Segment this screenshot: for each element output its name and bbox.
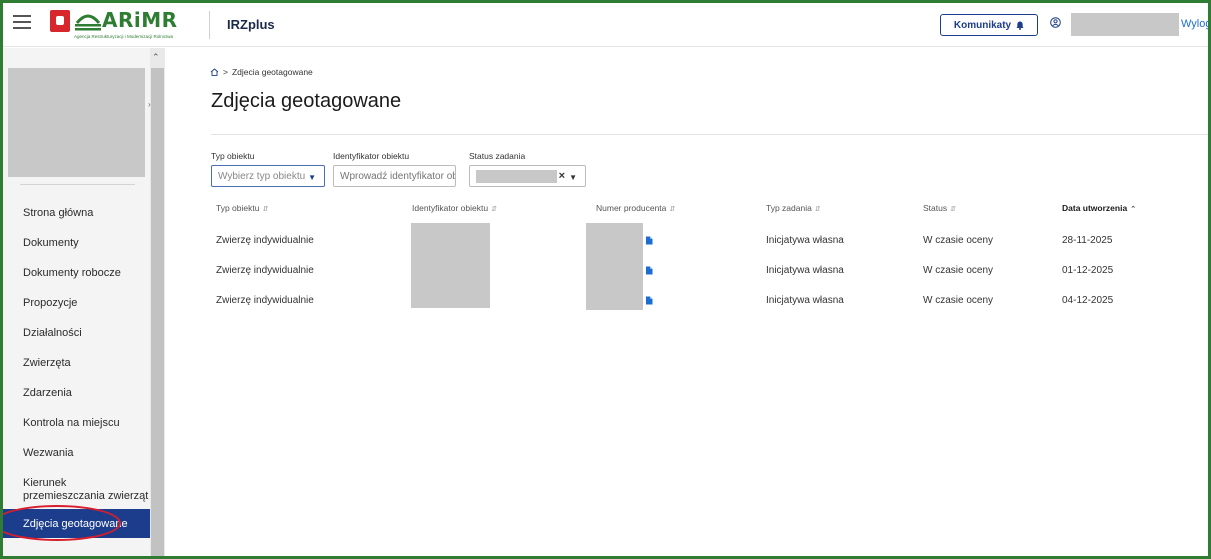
menu-icon[interactable]: [13, 15, 31, 31]
col-label: Typ obiektu: [216, 203, 260, 213]
table-row[interactable]: Zwierzę indywidualnie Inicjatywa własna …: [166, 286, 1208, 316]
sidebar-scroll-thumb[interactable]: [151, 68, 164, 556]
sidebar-item-dokumenty[interactable]: Dokumenty: [3, 228, 150, 258]
sort-icon: ⇵: [950, 206, 956, 213]
col-status[interactable]: Status ⇵: [923, 203, 956, 213]
chevron-down-icon: ▼: [308, 173, 316, 182]
chevron-up-icon[interactable]: ⌃: [152, 52, 160, 63]
cell-typ-zadania: Inicjatywa własna: [766, 235, 844, 246]
cell-typ-obiektu: Zwierzę indywidualnie: [216, 265, 314, 276]
col-typ-zadania[interactable]: Typ zadania ⇵: [766, 203, 821, 213]
chevron-down-icon[interactable]: ▼: [569, 173, 577, 182]
col-numer-producenta[interactable]: Numer producenta ⇵: [596, 203, 675, 213]
identyfikator-input[interactable]: [333, 165, 456, 187]
sidebar-item-kierunek[interactable]: Kierunek przemieszczania zwierząt: [3, 468, 150, 509]
clear-icon[interactable]: ×: [559, 170, 565, 182]
app-frame: ARiMR Agencja Restrukturyzacji i Moderni…: [0, 0, 1211, 559]
col-label: Numer producenta: [596, 203, 667, 213]
col-identyfikator[interactable]: Identyfikator obiektu ⇵: [412, 203, 497, 213]
highlight-ring: [3, 505, 121, 541]
breadcrumb-current: Zdjecia geotagowane: [231, 67, 313, 77]
table-row[interactable]: Zwierzę indywidualnie Inicjatywa własna …: [166, 226, 1208, 256]
cell-data: 04-12-2025: [1062, 295, 1114, 306]
sidebar-item-wezwania[interactable]: Wezwania: [3, 438, 150, 468]
document-icon[interactable]: [645, 296, 653, 305]
col-label: Status: [923, 203, 948, 213]
user-name-redacted: [1071, 13, 1179, 36]
status-zadania-label: Status zadania: [469, 151, 526, 161]
cell-status: W czasie oceny: [923, 235, 994, 246]
cell-typ-obiektu: Zwierzę indywidualnie: [216, 295, 314, 306]
sidebar-item-zdjecia-geotagowane[interactable]: Zdjęcia geotagowane: [3, 505, 150, 541]
header-divider: [209, 11, 210, 39]
logo-text: ARiMR: [102, 8, 178, 32]
sidebar-item-propozycje[interactable]: Propozycje: [3, 288, 150, 318]
breadcrumb-separator: >: [223, 67, 228, 77]
logout-link[interactable]: Wyloguj: [1181, 18, 1208, 30]
top-bar: ARiMR Agencja Restrukturyzacji i Moderni…: [3, 3, 1208, 47]
logo-tagline: Agencja Restrukturyzacji i Modernizacji …: [74, 34, 174, 39]
status-selected-redacted: [476, 169, 557, 183]
avatar-chevron-icon[interactable]: ›: [148, 100, 151, 109]
identyfikator-label: Identyfikator obiektu: [333, 151, 410, 161]
col-label: Typ zadania: [766, 203, 812, 213]
col-label: Data utworzenia: [1062, 203, 1128, 213]
main-content: > Zdjecia geotagowane Zdjęcia geotagowan…: [166, 48, 1208, 556]
sidebar-divider: [20, 184, 135, 185]
cell-typ-zadania: Inicjatywa własna: [766, 295, 844, 306]
typ-obiektu-label: Typ obiektu: [211, 151, 255, 161]
typ-obiektu-placeholder: Wybierz typ obiektu: [218, 170, 306, 182]
home-icon[interactable]: [210, 68, 219, 76]
typ-obiektu-select[interactable]: Wybierz typ obiektu ▼: [211, 165, 325, 187]
user-circle-icon[interactable]: [1050, 17, 1061, 28]
sort-icon: ⇵: [669, 206, 676, 213]
cell-data: 01-12-2025: [1062, 265, 1114, 276]
sidebar-item-zdarzenia[interactable]: Zdarzenia: [3, 378, 150, 408]
sidebar-item-kontrola[interactable]: Kontrola na miejscu: [3, 408, 150, 438]
cell-typ-zadania: Inicjatywa własna: [766, 265, 844, 276]
table-row[interactable]: Zwierzę indywidualnie Inicjatywa własna …: [166, 256, 1208, 286]
cell-status: W czasie oceny: [923, 265, 994, 276]
poland-emblem-icon: [50, 10, 70, 32]
sort-icon: ⌃: [1130, 206, 1137, 213]
komunikaty-label: Komunikaty: [953, 19, 1012, 31]
komunikaty-button[interactable]: Komunikaty: [940, 14, 1038, 36]
arimr-logo[interactable]: ARiMR Agencja Restrukturyzacji i Moderni…: [50, 8, 200, 42]
sort-icon: ⇵: [262, 206, 269, 213]
sort-icon: ⇵: [491, 206, 497, 213]
bell-icon: [1016, 21, 1024, 30]
sidebar-item-dokumenty-robocze[interactable]: Dokumenty robocze: [3, 258, 150, 288]
user-avatar-redacted: [8, 68, 145, 177]
sidebar-item-strona-glowna[interactable]: Strona główna: [3, 198, 150, 228]
status-zadania-select[interactable]: × ▼: [469, 165, 586, 187]
document-icon[interactable]: [645, 236, 653, 245]
cell-status: W czasie oceny: [923, 295, 994, 306]
cell-typ-obiektu: Zwierzę indywidualnie: [216, 235, 314, 246]
title-divider: [211, 134, 1208, 135]
sidebar-item-dzialalnosci[interactable]: Działalności: [3, 318, 150, 348]
app-title: IRZplus: [227, 17, 275, 32]
sidebar-item-zwierzeta[interactable]: Zwierzęta: [3, 348, 150, 378]
breadcrumb: > Zdjecia geotagowane: [210, 67, 313, 77]
col-typ-obiektu[interactable]: Typ obiektu ⇵: [216, 203, 268, 213]
sort-icon: ⇵: [814, 206, 821, 213]
col-data-utworzenia[interactable]: Data utworzenia ⌃: [1062, 203, 1136, 213]
page-title: Zdjęcia geotagowane: [211, 90, 402, 112]
sidebar-menu: Strona główna Dokumenty Dokumenty robocz…: [3, 198, 150, 541]
logo-mark: [75, 14, 101, 31]
col-label: Identyfikator obiektu: [412, 203, 489, 213]
document-icon[interactable]: [645, 266, 653, 275]
cell-data: 28-11-2025: [1062, 235, 1113, 246]
sidebar: ⌃ › Strona główna Dokumenty Dokumenty ro…: [3, 48, 165, 556]
